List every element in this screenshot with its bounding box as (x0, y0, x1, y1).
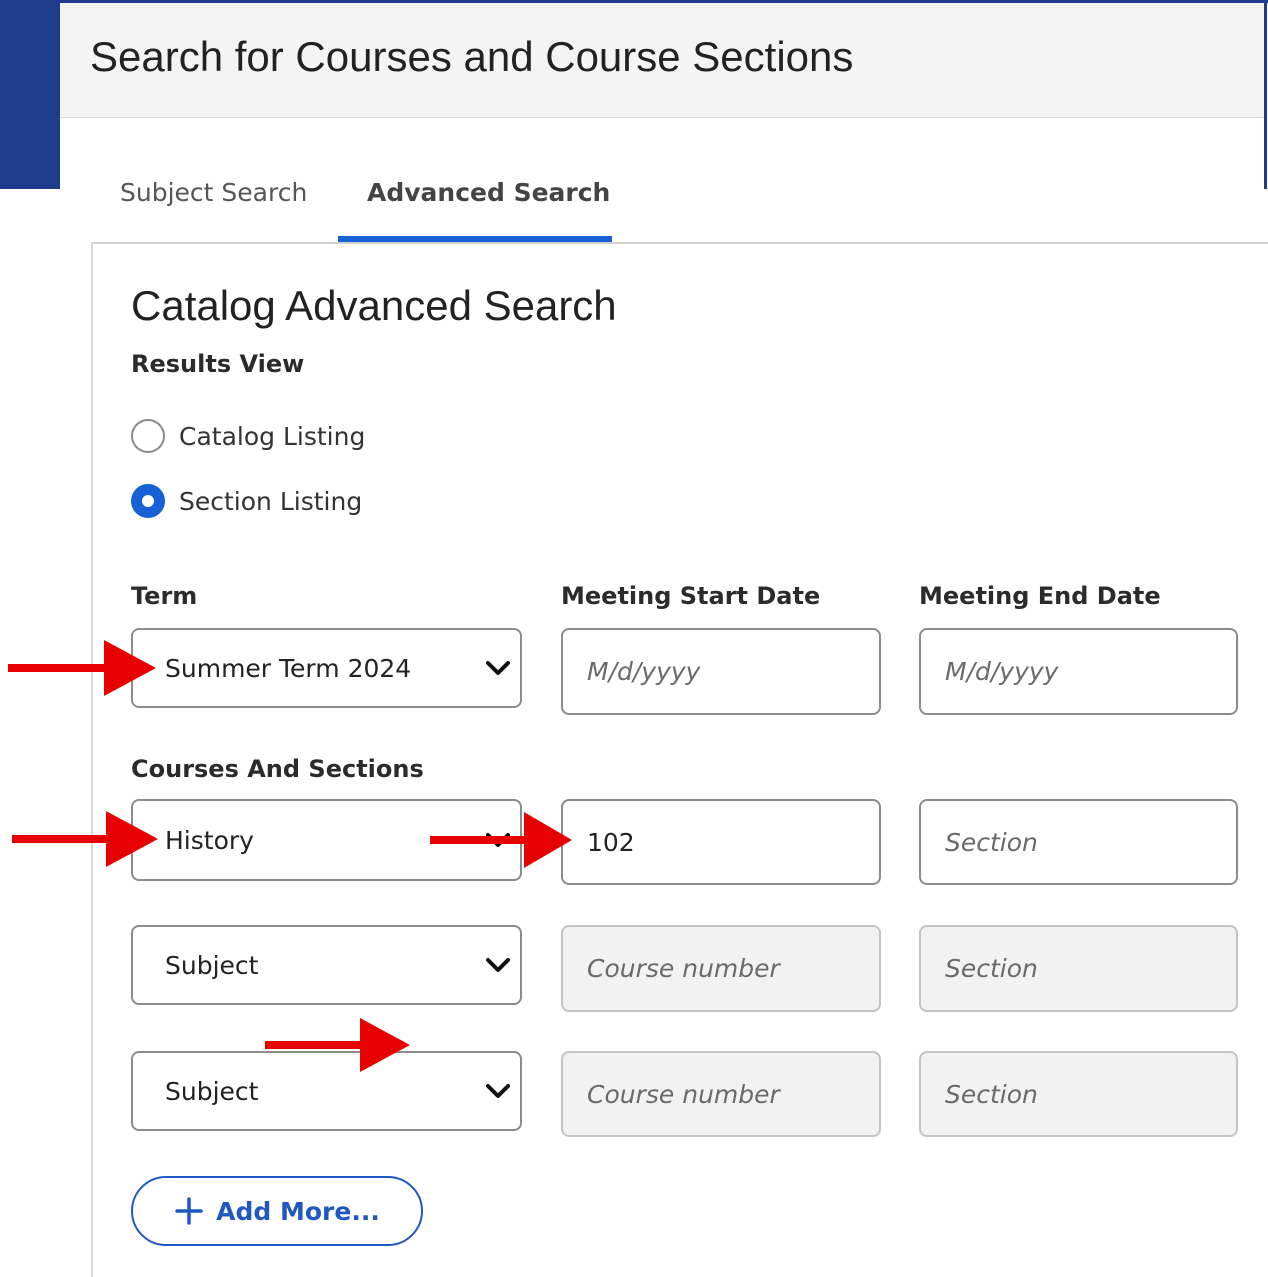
meeting-end-date-input[interactable]: M/d/yyyy (919, 628, 1238, 715)
courses-and-sections-label: Courses And Sections (131, 755, 424, 783)
tab-advanced-search[interactable]: Advanced Search (367, 178, 610, 207)
meeting-start-date-label: Meeting Start Date (561, 582, 821, 610)
radio-catalog-listing[interactable]: Catalog Listing (131, 419, 365, 453)
brand-right-border (1264, 0, 1267, 189)
radio-section-listing[interactable]: Section Listing (131, 484, 362, 518)
red-arrow-icon (12, 811, 158, 867)
red-arrow-icon (8, 640, 156, 696)
panel-border (91, 242, 93, 1277)
meeting-start-date-placeholder: M/d/yyyy (587, 657, 701, 686)
plus-icon (175, 1197, 203, 1225)
red-arrow-icon (265, 1018, 410, 1072)
meeting-end-date-placeholder: M/d/yyyy (945, 657, 1059, 686)
subject-select-1-value: History (165, 825, 254, 855)
add-more-button[interactable]: Add More... (131, 1176, 423, 1246)
radio-button-unchecked[interactable] (131, 419, 165, 453)
term-label: Term (131, 582, 198, 610)
radio-label-section-listing: Section Listing (179, 486, 363, 516)
section-input-2: Section (919, 925, 1238, 1012)
add-more-label: Add More... (216, 1196, 380, 1226)
tabs-divider (91, 242, 1268, 244)
course-number-input-3-placeholder: Course number (587, 1079, 780, 1109)
chevron-down-icon (486, 661, 510, 675)
chevron-down-icon (486, 958, 510, 972)
panel-title: Catalog Advanced Search (131, 282, 617, 329)
radio-button-checked[interactable] (131, 484, 165, 518)
course-number-input-3: Course number (561, 1051, 881, 1137)
course-number-input-1-value: 102 (587, 827, 635, 857)
page-title: Search for Courses and Course Sections (90, 33, 854, 80)
subject-select-3-value: Subject (165, 1076, 259, 1106)
page-header: Search for Courses and Course Sections (60, 3, 1264, 118)
section-input-1-placeholder: Section (945, 827, 1038, 857)
results-view-label: Results View (131, 350, 305, 378)
term-select[interactable]: Summer Term 2024 (131, 628, 522, 708)
chevron-down-icon (486, 1084, 510, 1098)
term-select-value: Summer Term 2024 (165, 653, 412, 683)
section-input-3: Section (919, 1051, 1238, 1137)
course-number-input-1[interactable]: 102 (561, 799, 881, 885)
red-arrow-icon (430, 812, 572, 868)
section-input-1[interactable]: Section (919, 799, 1238, 885)
section-input-3-placeholder: Section (945, 1079, 1038, 1109)
radio-label-catalog-listing: Catalog Listing (179, 421, 366, 451)
brand-side-strip (0, 0, 60, 189)
subject-select-2-value: Subject (165, 950, 259, 980)
course-number-input-2: Course number (561, 925, 881, 1012)
section-input-2-placeholder: Section (945, 954, 1038, 983)
tab-subject-search[interactable]: Subject Search (120, 178, 307, 207)
course-number-input-2-placeholder: Course number (587, 954, 780, 983)
subject-select-2[interactable]: Subject (131, 925, 522, 1005)
meeting-start-date-input[interactable]: M/d/yyyy (561, 628, 881, 715)
meeting-end-date-label: Meeting End Date (919, 582, 1161, 610)
